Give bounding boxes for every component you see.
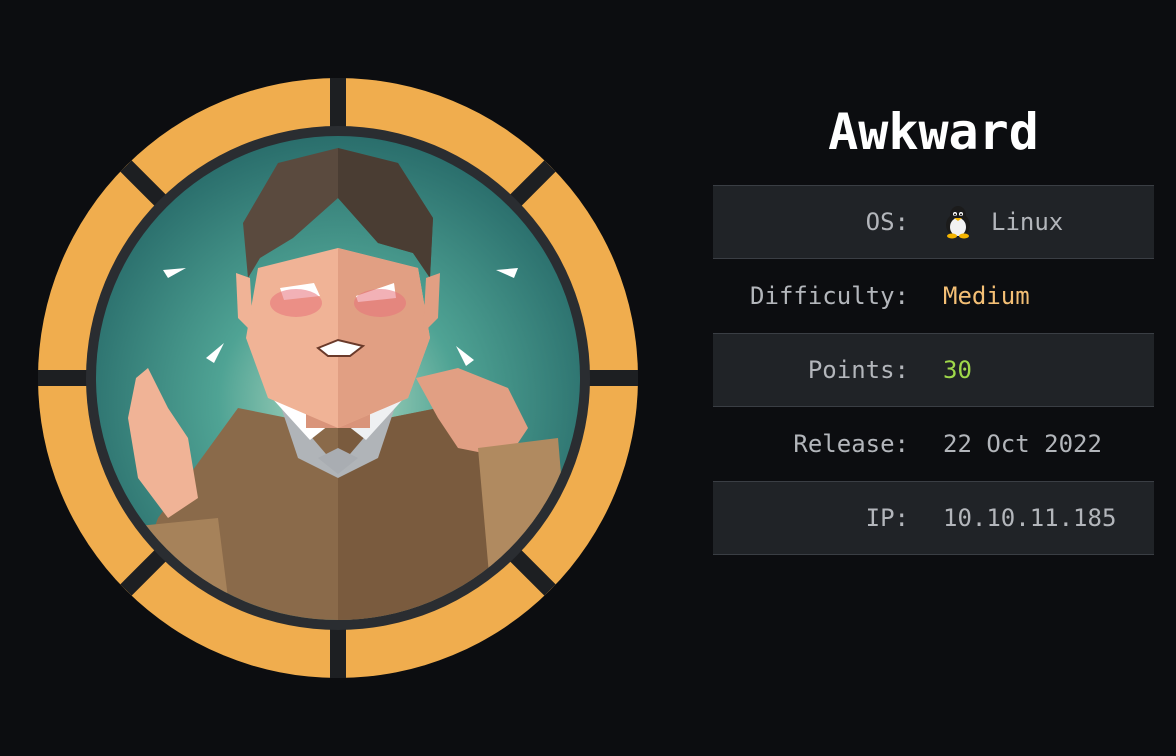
difficulty-value: Medium <box>943 282 1030 310</box>
linux-tux-icon <box>946 206 970 239</box>
ip-label: IP: <box>865 504 909 532</box>
machine-card: Awkward OS: Linux Difficulty: Medium Poi… <box>0 0 1176 756</box>
points-label: Points: <box>807 356 909 384</box>
info-row-os: OS: Linux <box>713 185 1154 259</box>
info-row-release: Release: 22 Oct 2022 <box>713 407 1154 481</box>
ip-value: 10.10.11.185 <box>943 504 1117 532</box>
os-value-wrapper: Linux <box>943 205 1063 239</box>
points-value: 30 <box>943 356 972 384</box>
info-row-difficulty: Difficulty: Medium <box>713 259 1154 333</box>
machine-avatar <box>38 78 638 678</box>
machine-info-table: OS: Linux Difficulty: Medium Points: 30 … <box>713 185 1154 555</box>
os-value: Linux <box>991 208 1064 236</box>
machine-title: Awkward <box>828 103 1039 161</box>
difficulty-label: Difficulty: <box>750 282 909 310</box>
release-label: Release: <box>793 430 909 458</box>
release-value: 22 Oct 2022 <box>943 430 1102 458</box>
os-label: OS: <box>865 208 909 236</box>
info-row-ip: IP: 10.10.11.185 <box>713 481 1154 555</box>
info-row-points: Points: 30 <box>713 333 1154 407</box>
